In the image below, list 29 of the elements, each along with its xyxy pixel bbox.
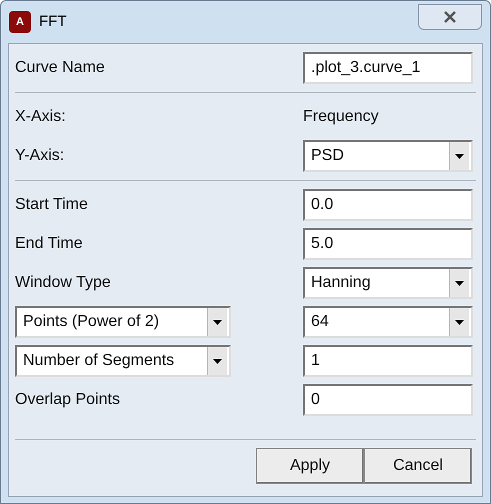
input-field[interactable]: 5.0 xyxy=(303,228,473,260)
dropdown[interactable]: Points (Power of 2) xyxy=(15,306,231,338)
dropdown-value: Number of Segments xyxy=(22,351,176,371)
input-field[interactable]: .plot_3.curve_1 xyxy=(303,52,473,84)
dropdown[interactable]: PSD xyxy=(303,140,473,172)
dropdown[interactable]: Number of Segments xyxy=(15,345,231,377)
dropdown[interactable]: Hanning xyxy=(303,267,473,299)
label: Y-Axis: xyxy=(15,146,66,166)
input-field[interactable]: 0 xyxy=(303,384,473,416)
window-title: FFT xyxy=(39,12,66,32)
dialog-button[interactable]: Apply xyxy=(256,448,364,484)
close-icon xyxy=(443,11,457,23)
label: Start Time xyxy=(15,195,89,215)
input-field[interactable]: 1 xyxy=(303,345,473,377)
label: Curve Name xyxy=(15,58,106,78)
label: Overlap Points xyxy=(15,390,121,410)
app-icon: A xyxy=(9,11,31,33)
dropdown-value: Hanning xyxy=(310,273,372,293)
dropdown[interactable]: 64 xyxy=(303,306,473,338)
label: Frequency xyxy=(303,107,380,127)
dropdown-value: Points (Power of 2) xyxy=(22,312,160,332)
dropdown-value: 64 xyxy=(310,312,330,332)
dropdown-value: PSD xyxy=(310,146,345,166)
label: X-Axis: xyxy=(15,107,67,127)
close-button[interactable] xyxy=(418,4,482,30)
dialog-button[interactable]: Cancel xyxy=(364,448,472,484)
label: End Time xyxy=(15,234,84,254)
input-field[interactable]: 0.0 xyxy=(303,189,473,221)
label: Window Type xyxy=(15,273,112,293)
